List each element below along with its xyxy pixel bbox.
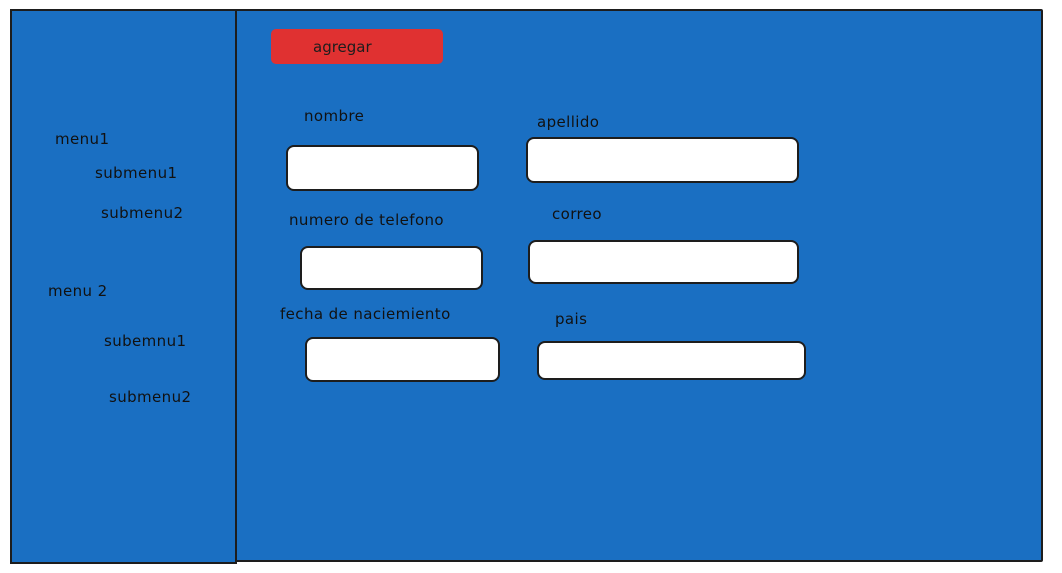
fecha-de-naciemiento-label: fecha de naciemiento [280,305,451,323]
sidebar-menu-1[interactable]: menu1 [55,130,109,148]
numero-de-telefono-label: numero de telefono [289,211,445,229]
add-button[interactable]: agregar [271,29,443,64]
sidebar [10,9,237,564]
correo-input[interactable] [528,240,799,284]
pais-input[interactable] [537,341,806,380]
fecha-de-naciemiento-input[interactable] [305,337,500,382]
sidebar-menu-1-submenu-2[interactable]: submenu2 [101,204,183,222]
correo-label: correo [552,205,602,223]
apellido-label: apellido [537,113,600,131]
sidebar-menu-2-submenu-1[interactable]: subemnu1 [104,332,186,350]
nombre-input[interactable] [286,145,479,191]
sidebar-menu-2[interactable]: menu 2 [48,282,108,300]
sidebar-menu-2-submenu-2[interactable]: submenu2 [109,388,191,406]
pais-label: pais [555,310,588,328]
sidebar-menu-1-submenu-1[interactable]: submenu1 [95,164,177,182]
nombre-label: nombre [304,107,365,125]
apellido-input[interactable] [526,137,799,183]
numero-de-telefono-input[interactable] [300,246,483,290]
